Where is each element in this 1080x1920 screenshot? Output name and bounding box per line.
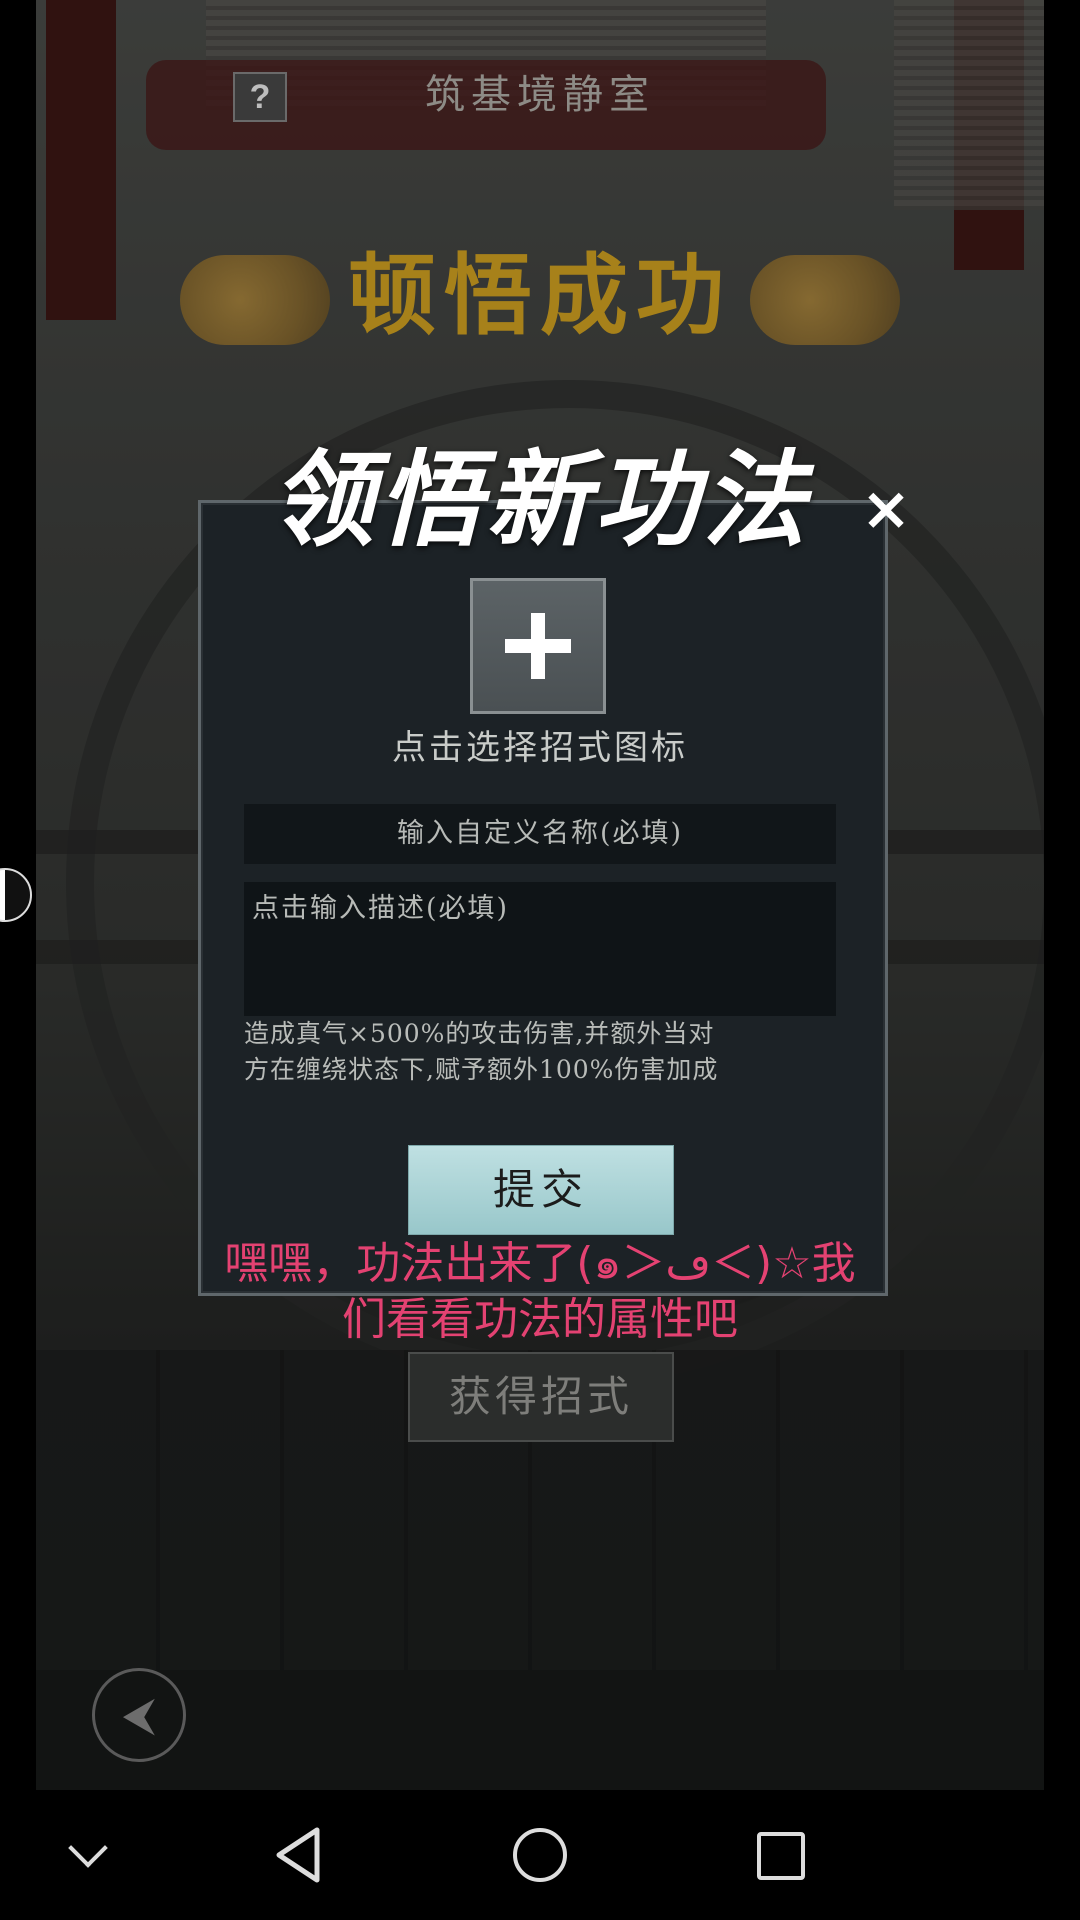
submit-button[interactable]: 提交 xyxy=(408,1145,674,1235)
tutorial-caption: 嘿嘿，功法出来了(๑＞ڡ＜)☆我 们看看功法的属性吧 xyxy=(170,1236,910,1346)
skill-description-input[interactable]: 点击输入描述(必填) xyxy=(244,882,836,1016)
plus-icon xyxy=(505,613,571,679)
room-title: 筑基境静室 xyxy=(425,72,655,118)
obtain-skill-button[interactable]: 获得招式 xyxy=(408,1352,674,1442)
back-button[interactable]: ⮜ xyxy=(92,1668,186,1762)
back-triangle-icon[interactable] xyxy=(265,1820,335,1890)
skill-icon-picker-button[interactable] xyxy=(470,578,606,714)
recents-square-icon[interactable] xyxy=(745,1820,815,1890)
close-icon[interactable]: × xyxy=(858,477,914,541)
skill-effect-text: 造成真气×500%的攻击伤害,并额外当对 方在缠绕状态下,赋予额外100%伤害加… xyxy=(244,1016,804,1106)
yinyang-icon[interactable] xyxy=(0,868,32,922)
system-nav-bar xyxy=(0,1790,1080,1920)
caption-line-1: 嘿嘿，功法出来了(๑＞ڡ＜)☆我 xyxy=(224,1238,856,1289)
caption-line-2: 们看看功法的属性吧 xyxy=(342,1294,738,1345)
icon-picker-hint: 点击选择招式图标 xyxy=(392,728,688,768)
help-icon[interactable]: ? xyxy=(233,72,287,122)
dialog-title: 领悟新功法 xyxy=(269,438,810,561)
chevron-down-icon[interactable] xyxy=(54,1820,124,1890)
enlightenment-success-title: 顿悟成功 xyxy=(347,243,732,347)
home-circle-icon[interactable] xyxy=(505,1820,575,1890)
skill-effect-line-1: 造成真气×500%的攻击伤害,并额外当对 xyxy=(244,1019,715,1048)
skill-effect-line-2: 方在缠绕状态下,赋予额外100%伤害加成 xyxy=(244,1055,719,1084)
skill-name-input[interactable]: 输入自定义名称(必填) xyxy=(244,804,836,864)
